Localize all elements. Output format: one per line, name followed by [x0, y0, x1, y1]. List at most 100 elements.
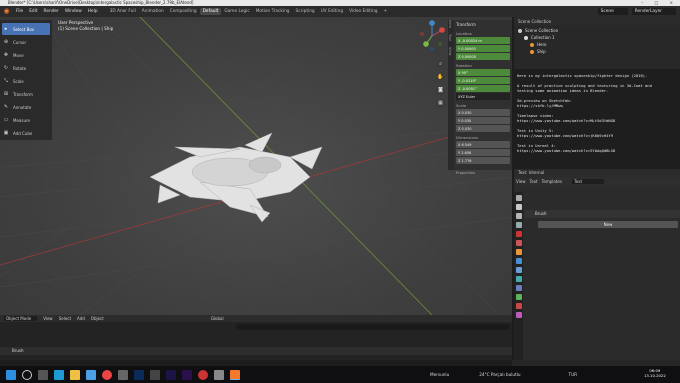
output-icon[interactable] [515, 213, 522, 219]
transform-orientation-select[interactable]: Global [211, 316, 224, 321]
tab-3d-anor[interactable]: 3D Anor Full [107, 8, 139, 15]
menu-object[interactable]: Object [91, 316, 104, 321]
tool-rotate[interactable]: ↻ Rotate [2, 62, 50, 74]
rotation-x-field[interactable]: X 90° [456, 69, 510, 76]
task-view-icon[interactable] [38, 369, 48, 380]
transform-header[interactable]: Transform [456, 21, 510, 28]
dimension-y-field[interactable]: Y 2.658 [456, 149, 510, 156]
navigation-gizmo[interactable] [418, 20, 446, 52]
tab-game-logic[interactable]: Game Logic [221, 8, 252, 15]
outliner-row[interactable]: Ship [518, 48, 676, 55]
app-icon[interactable] [150, 369, 160, 380]
menu-templates[interactable]: Templates [542, 179, 562, 184]
mode-select[interactable]: Object Mode [4, 316, 38, 321]
text-file-select[interactable]: Text [571, 178, 605, 184]
menu-edit[interactable]: Edit [26, 9, 40, 14]
app-icon[interactable] [214, 369, 224, 380]
app-icon[interactable] [198, 369, 208, 380]
tool-settings-icon[interactable] [515, 195, 522, 201]
location-z-field[interactable]: Z 0.00000 [456, 53, 510, 60]
data-icon[interactable] [515, 294, 522, 300]
rotation-mode-select[interactable]: XYZ Euler [456, 93, 510, 100]
after-effects-icon[interactable] [166, 369, 176, 380]
photoshop-icon[interactable] [134, 369, 144, 380]
menu-select[interactable]: Select [59, 316, 71, 321]
explorer-icon[interactable] [70, 369, 80, 380]
language-label[interactable]: TUR [569, 372, 578, 377]
menu-help[interactable]: Help [85, 9, 101, 14]
premiere-icon[interactable] [182, 369, 192, 380]
render-icon[interactable] [515, 204, 522, 210]
menu-render[interactable]: Render [41, 9, 62, 14]
texture-icon[interactable] [515, 312, 522, 318]
tab-uv-editing[interactable]: UV Editing [318, 8, 346, 15]
search-input[interactable] [236, 324, 510, 330]
scene-icon[interactable] [515, 231, 522, 237]
chrome-icon[interactable] [102, 369, 112, 380]
new-brush-button[interactable]: New [538, 221, 678, 228]
tool-add-cube[interactable]: ▣ Add Cube [2, 127, 50, 139]
edge-icon[interactable] [54, 369, 64, 380]
menu-view[interactable]: View [516, 179, 526, 184]
scale-x-field[interactable]: X 0.030 [456, 109, 510, 116]
text-editor[interactable]: Here is my intergalactic spaceship/fight… [514, 69, 680, 176]
constraints-icon[interactable] [515, 285, 522, 291]
tab-video-editing[interactable]: Video Editing [346, 8, 380, 15]
blender-logo-icon[interactable]: ◉ [2, 7, 11, 16]
layer-selector[interactable]: RenderLayer [631, 8, 676, 15]
material-icon[interactable] [515, 303, 522, 309]
outliner-row[interactable]: Collection 1 [518, 34, 676, 41]
hand-icon[interactable]: ✋ [436, 73, 445, 82]
dimension-x-field[interactable]: X 6.549 [456, 141, 510, 148]
menu-file[interactable]: File [13, 9, 26, 14]
tab-motion-tracking[interactable]: Motion Tracking [253, 8, 293, 15]
tab-compositing[interactable]: Compositing [167, 8, 200, 15]
tool-transform[interactable]: ⊞ Transform [2, 88, 50, 100]
modifier-icon[interactable] [515, 258, 522, 264]
outliner-row[interactable]: Hero [518, 41, 676, 48]
tool-select-box[interactable]: ▸ Select Box [2, 23, 50, 35]
tab-scripting[interactable]: Scripting [293, 8, 318, 15]
scene-selector[interactable]: Scene [597, 8, 628, 15]
zoom-icon[interactable]: ⌕ [436, 60, 445, 69]
dimension-z-field[interactable]: Z 1.776 [456, 157, 510, 164]
location-x-field[interactable]: X -0.00024 m [456, 37, 510, 44]
brush-panel-header[interactable]: Brush [525, 210, 680, 218]
outliner-row[interactable]: Scene Collection [518, 27, 676, 34]
clock[interactable]: 06:09 13.10.2022 [644, 368, 666, 378]
brush-list-row[interactable]: Brush [0, 347, 512, 355]
tab-item[interactable]: Item [448, 20, 452, 28]
menu-view[interactable]: View [43, 316, 53, 321]
scale-y-field[interactable]: Y 0.030 [456, 117, 510, 124]
tool-measure[interactable]: ▭ Measure [2, 114, 50, 126]
tool-cursor[interactable]: ⊕ Cursor [2, 36, 50, 48]
particles-icon[interactable] [515, 267, 522, 273]
store-icon[interactable] [86, 369, 96, 380]
location-y-field[interactable]: Y 0.00000 [456, 45, 510, 52]
object-icon[interactable] [515, 249, 522, 255]
add-workspace-button[interactable]: + [380, 8, 390, 15]
media-icon[interactable] [118, 369, 128, 380]
tab-tool[interactable]: Tool [448, 34, 452, 41]
camera-icon[interactable]: ◙ [436, 86, 445, 95]
menu-window[interactable]: Window [62, 9, 85, 14]
rotation-y-field[interactable]: Y -0.0219° [456, 77, 510, 84]
search-icon[interactable] [22, 369, 32, 380]
world-icon[interactable] [515, 240, 522, 246]
tool-annotate[interactable]: ✎ Annotate [2, 101, 50, 113]
tool-move[interactable]: ✥ Move [2, 49, 50, 61]
grid-icon[interactable]: ▦ [436, 99, 445, 108]
menu-add[interactable]: Add [77, 316, 85, 321]
tab-view[interactable]: View [448, 47, 452, 55]
view-layer-icon[interactable] [515, 222, 522, 228]
weather-label[interactable]: 24°C Parçalı bulutlu [479, 372, 520, 377]
tab-default[interactable]: Default [199, 8, 222, 15]
physics-icon[interactable] [515, 276, 522, 282]
rotation-z-field[interactable]: Z -0.0051° [456, 85, 510, 92]
windows-start-icon[interactable] [6, 369, 16, 380]
properties-label[interactable]: Properties [456, 170, 510, 175]
menu-text[interactable]: Text [530, 179, 538, 184]
blender-taskbar-icon[interactable] [230, 369, 240, 380]
scale-z-field[interactable]: Z 0.030 [456, 125, 510, 132]
tool-scale[interactable]: ⤡ Scale [2, 75, 50, 87]
